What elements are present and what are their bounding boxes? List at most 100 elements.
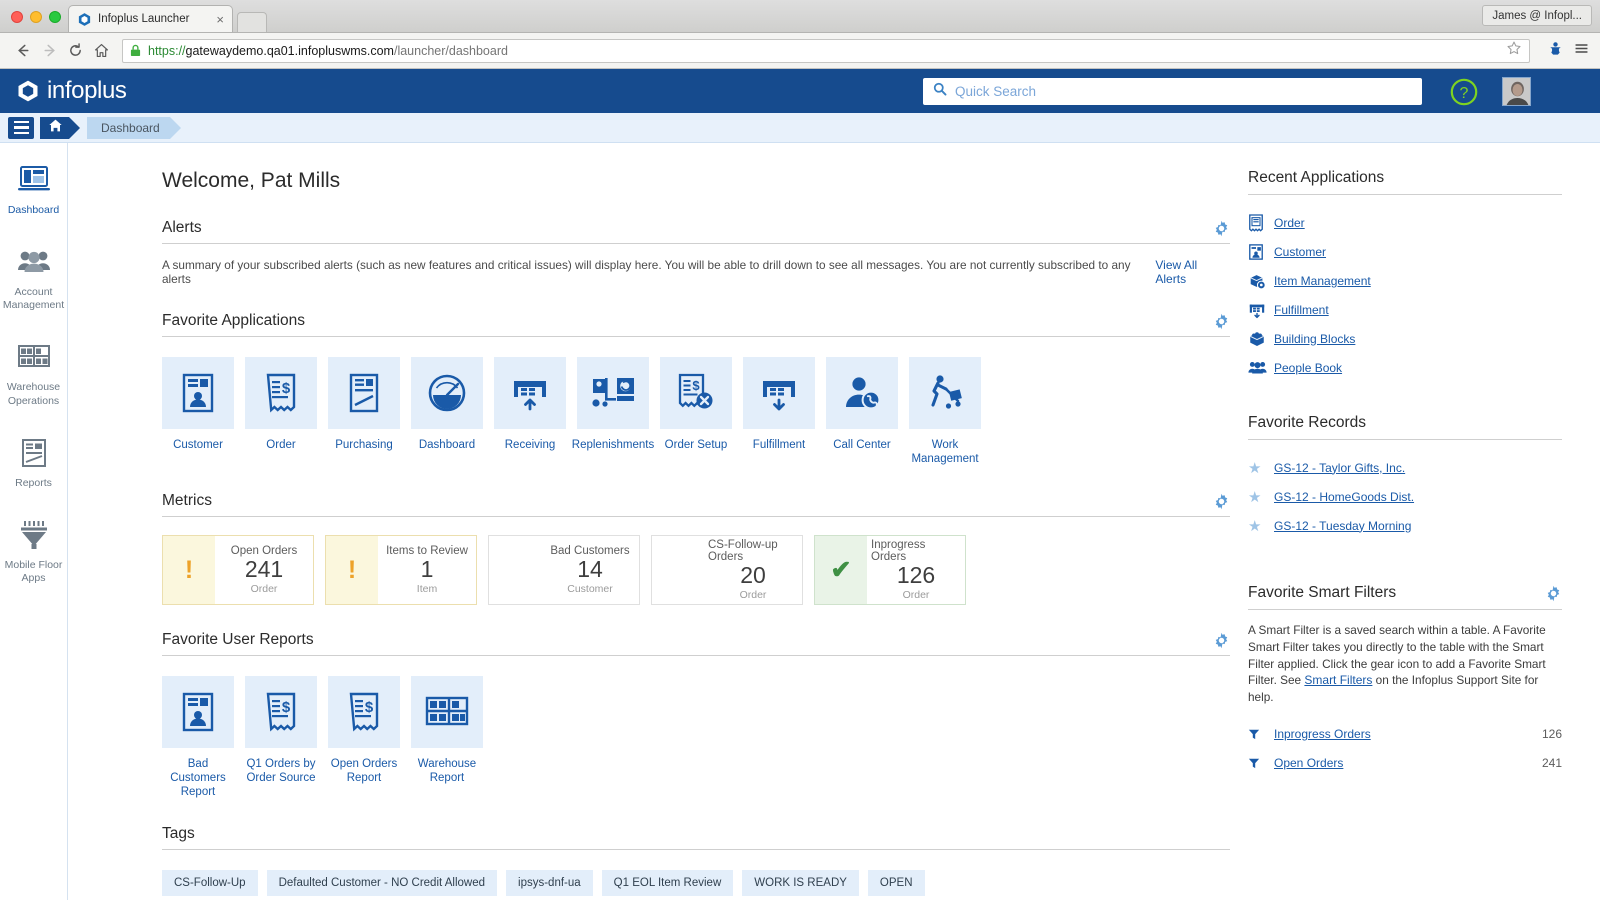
tag-chip[interactable]: CS-Follow-Up [162,870,258,896]
sidebar-item-account-management[interactable]: Account Management [0,243,67,312]
app-tile-work-management[interactable]: Work Management [909,357,981,466]
gear-icon[interactable] [1213,313,1230,330]
tag-chip[interactable]: Q1 EOL Item Review [602,870,734,896]
favorite-record-link[interactable]: GS-12 - Taylor Gifts, Inc. [1274,461,1405,475]
app-tile-replenishments[interactable]: Replenishments [577,357,649,466]
sidebar-item-reports[interactable]: Reports [0,434,67,490]
metric-card-inprogress-orders[interactable]: ✔ Inprogress Orders 126 Order [814,535,966,605]
browser-profile-button[interactable]: James @ Infopl... [1482,5,1592,26]
bookmark-star-icon[interactable] [1506,40,1522,61]
search-input[interactable] [955,84,1412,99]
right-sidebar: Recent Applications Order [1230,143,1600,900]
report-tile-q1-orders-by-order-source[interactable]: $ Q1 Orders by Order Source [245,676,317,799]
people-icon [1248,359,1274,376]
recent-app-order[interactable]: Order [1248,208,1562,237]
tag-chip[interactable]: Defaulted Customer - NO Credit Allowed [267,870,497,896]
favorite-record-row[interactable]: ★ GS-12 - HomeGoods Dist. [1248,482,1562,511]
smart-filter-link[interactable]: Inprogress Orders [1274,727,1371,741]
dashboard-icon [17,161,51,199]
help-icon[interactable]: ? [1450,78,1478,106]
gear-icon[interactable] [1213,632,1230,649]
smart-filter-link[interactable]: Open Orders [1274,756,1343,770]
reload-button[interactable] [62,38,88,64]
metric-card-open-orders[interactable]: ! Open Orders 241 Order [162,535,314,605]
report-tile-open-orders-report[interactable]: $ Open Orders Report [328,676,400,799]
app-tile-order-setup[interactable]: $ Order Setup [660,357,732,466]
close-tab-button[interactable]: × [216,13,224,26]
metric-card-cs-followup-orders[interactable]: CS-Follow-up Orders 20 Order [651,535,803,605]
user-avatar[interactable] [1502,77,1531,106]
recent-app-link[interactable]: Order [1274,216,1305,230]
app-tile-label: Order Setup [665,438,728,452]
favorite-record-link[interactable]: GS-12 - Tuesday Morning [1274,519,1411,533]
extension-icon[interactable] [1547,40,1564,62]
sidebar-item-warehouse-operations[interactable]: Warehouse Operations [0,338,67,407]
minimize-window-button[interactable] [30,11,42,23]
recent-app-link[interactable]: Fulfillment [1274,303,1329,317]
recent-app-link[interactable]: People Book [1274,361,1342,375]
left-nav-rail: Dashboard Account Management [0,143,68,900]
gear-icon[interactable] [1545,585,1562,602]
metric-card-items-to-review[interactable]: ! Items to Review 1 Item [325,535,477,605]
app-tile-label: Fulfillment [753,438,805,452]
favorite-record-row[interactable]: ★ GS-12 - Tuesday Morning [1248,511,1562,540]
browser-menu-icon[interactable] [1573,40,1590,62]
gear-icon[interactable] [1213,220,1230,237]
recent-app-fulfillment[interactable]: Fulfillment [1248,295,1562,324]
metric-body: Inprogress Orders 126 Order [867,536,965,604]
favorite-record-row[interactable]: ★ GS-12 - Taylor Gifts, Inc. [1248,453,1562,482]
back-button[interactable] [10,38,36,64]
report-tile-warehouse-report[interactable]: Warehouse Report [411,676,483,799]
infoplus-logo[interactable]: infoplus [16,77,127,105]
metric-card-bad-customers[interactable]: Bad Customers 14 Customer [488,535,640,605]
metric-body: Bad Customers 14 Customer [541,536,639,604]
recent-app-link[interactable]: Building Blocks [1274,332,1355,346]
smart-filter-row[interactable]: Inprogress Orders 126 [1248,719,1562,748]
app-tile-customer[interactable]: Customer [162,357,234,466]
browser-tab[interactable]: Infoplus Launcher × [68,5,233,32]
customer-card-icon [162,357,234,429]
app-tile-fulfillment[interactable]: Fulfillment [743,357,815,466]
svg-text:$: $ [282,699,291,716]
section-title-favorite-applications: Favorite Applications [162,312,305,330]
recent-app-item-management[interactable]: Item Management [1248,266,1562,295]
tag-chip[interactable]: ipsys-dnf-ua [506,870,593,896]
recent-app-link[interactable]: Customer [1274,245,1326,259]
window-controls[interactable] [11,11,61,23]
gear-icon[interactable] [1213,493,1230,510]
home-button[interactable] [88,38,114,64]
forward-button[interactable] [36,38,62,64]
report-tile-bad-customers-report[interactable]: Bad Customers Report [162,676,234,799]
new-tab-button[interactable] [237,12,267,32]
quick-search-box[interactable] [923,78,1422,105]
sidebar-item-dashboard[interactable]: Dashboard [0,161,67,217]
recent-app-building-blocks[interactable]: Building Blocks [1248,324,1562,353]
tags-list: CS-Follow-Up Defaulted Customer - NO Cre… [162,870,1230,896]
tag-chip[interactable]: WORK IS READY [742,870,859,896]
recent-app-people-book[interactable]: People Book [1248,353,1562,382]
menu-toggle-button[interactable] [8,117,34,139]
close-window-button[interactable] [11,11,23,23]
rack-icon [17,338,51,376]
breadcrumb-dashboard[interactable]: Dashboard [87,117,170,139]
favorite-record-link[interactable]: GS-12 - HomeGoods Dist. [1274,490,1414,504]
app-tile-purchasing[interactable]: Purchasing [328,357,400,466]
recent-app-customer[interactable]: Customer [1248,237,1562,266]
view-all-alerts-link[interactable]: View All Alerts [1155,258,1230,286]
smart-filters-help-link[interactable]: Smart Filters [1304,673,1372,687]
dock-in-icon [494,357,566,429]
app-tile-call-center[interactable]: Call Center [826,357,898,466]
smart-filter-row[interactable]: Open Orders 241 [1248,748,1562,777]
app-tile-order[interactable]: $ Order [245,357,317,466]
recent-app-link[interactable]: Item Management [1274,274,1371,288]
receipt-dollar-icon: $ [328,676,400,748]
app-tile-receiving[interactable]: Receiving [494,357,566,466]
favorite-smart-filters-header: Favorite Smart Filters [1248,584,1562,610]
app-tile-dashboard[interactable]: Dashboard [411,357,483,466]
tag-chip[interactable]: OPEN [868,870,925,896]
maximize-window-button[interactable] [49,11,61,23]
breadcrumb-home-button[interactable] [40,117,69,139]
metric-flag-empty [489,536,541,604]
sidebar-item-mobile-floor-apps[interactable]: Mobile Floor Apps [0,516,67,585]
address-bar[interactable]: https://gatewaydemo.qa01.infopluswms.com… [122,39,1530,63]
